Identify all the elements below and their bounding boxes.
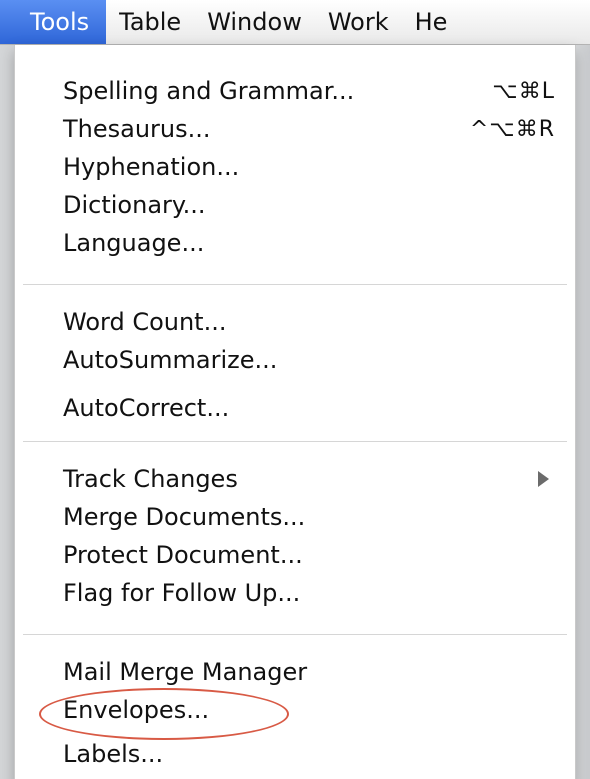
keyboard-shortcut: ⌥⌘L	[492, 78, 555, 104]
menu-item-label: Word Count...	[63, 308, 227, 336]
menu-item-label: Merge Documents...	[63, 503, 306, 531]
menu-item-hyphenation[interactable]: Hyphenation...	[15, 148, 575, 186]
menu-help[interactable]: He	[402, 0, 461, 44]
menu-tools[interactable]: Tools	[0, 0, 107, 44]
menu-item-dictionary[interactable]: Dictionary...	[15, 186, 575, 224]
menu-item-label: Protect Document...	[63, 541, 303, 569]
document-right-edge	[576, 44, 590, 779]
menu-item-label: Dictionary...	[63, 191, 206, 219]
menu-item-autosummarize[interactable]: AutoSummarize...	[15, 341, 575, 379]
menu-item-label: Labels...	[63, 740, 164, 768]
menu-item-merge-documents[interactable]: Merge Documents...	[15, 498, 575, 536]
menu-item-label: Language...	[63, 229, 205, 257]
triangle-right-icon	[538, 471, 549, 487]
menu-separator	[23, 284, 567, 285]
screen: Tools Table Window Work He Spelling and …	[0, 0, 590, 779]
menu-table[interactable]: Table	[106, 0, 194, 44]
menu-item-word-count[interactable]: Word Count...	[15, 303, 575, 341]
menu-item-autocorrect[interactable]: AutoCorrect...	[15, 389, 575, 427]
menu-separator	[23, 634, 567, 635]
menu-bar: Tools Table Window Work He	[0, 0, 590, 45]
menu-item-label: Flag for Follow Up...	[63, 579, 301, 607]
menu-item-thesaurus[interactable]: Thesaurus... ^⌥⌘R	[15, 110, 575, 148]
menu-item-label: AutoSummarize...	[63, 346, 278, 374]
tools-dropdown-menu: Spelling and Grammar... ⌥⌘L Thesaurus...…	[14, 45, 576, 779]
keyboard-shortcut: ^⌥⌘R	[469, 116, 555, 142]
menu-item-label: AutoCorrect...	[63, 394, 230, 422]
menu-item-label: Thesaurus...	[63, 115, 211, 143]
menu-item-mail-merge-manager[interactable]: Mail Merge Manager	[15, 653, 575, 691]
menu-item-label: Mail Merge Manager	[63, 658, 308, 686]
menu-item-labels[interactable]: Labels...	[15, 735, 575, 773]
menu-separator	[23, 441, 567, 442]
document-left-edge	[0, 44, 14, 779]
menu-item-label: Spelling and Grammar...	[63, 77, 355, 105]
menu-item-flag-for-follow-up[interactable]: Flag for Follow Up...	[15, 574, 575, 612]
menu-item-spelling-and-grammar[interactable]: Spelling and Grammar... ⌥⌘L	[15, 72, 575, 110]
menu-work[interactable]: Work	[315, 0, 402, 44]
menu-item-label: Hyphenation...	[63, 153, 240, 181]
menu-item-protect-document[interactable]: Protect Document...	[15, 536, 575, 574]
menu-window[interactable]: Window	[194, 0, 315, 44]
highlight-oval-annotation	[39, 688, 289, 740]
menu-item-language[interactable]: Language...	[15, 224, 575, 262]
menu-item-label: Track Changes	[63, 465, 238, 493]
menu-item-track-changes[interactable]: Track Changes	[15, 460, 575, 498]
